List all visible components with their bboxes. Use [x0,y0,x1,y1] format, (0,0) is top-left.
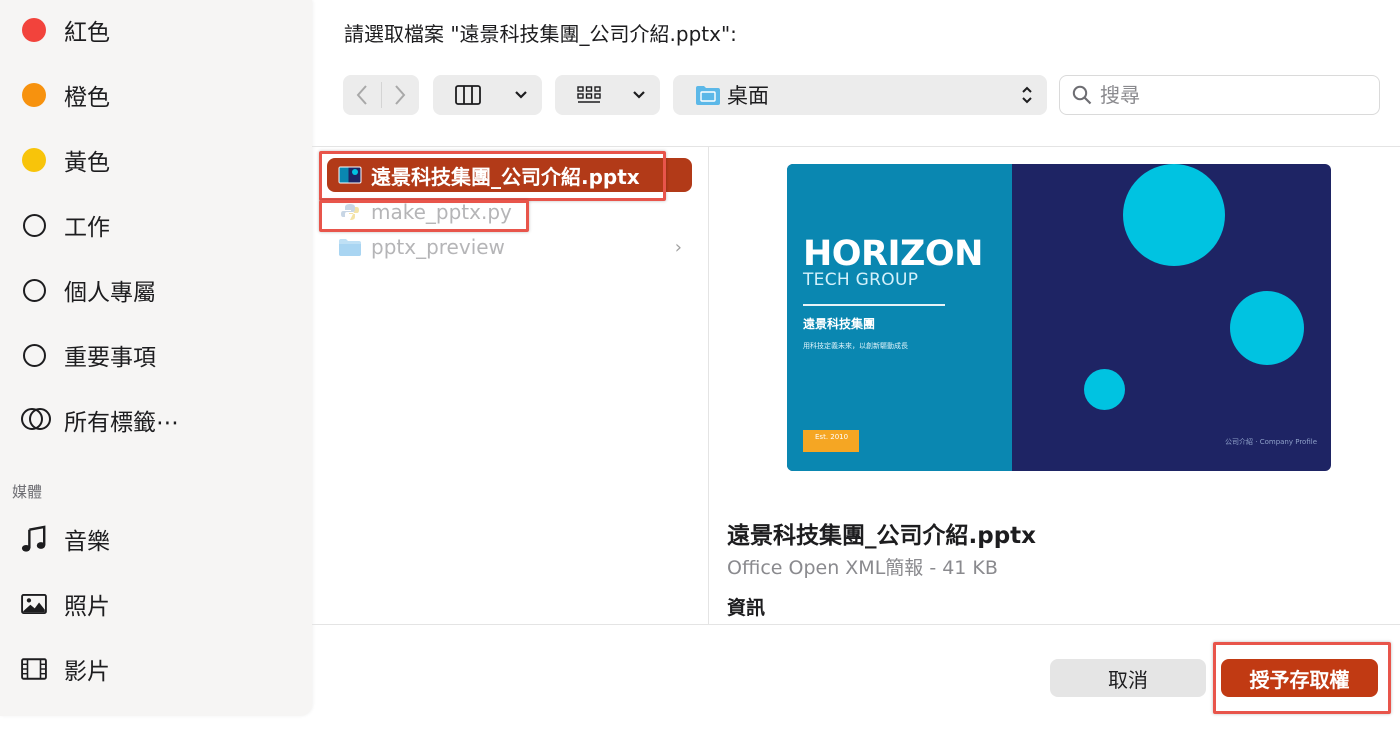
back-forward-group [343,75,419,115]
sidebar-item-photos[interactable]: 照片 [0,582,312,626]
group-by-button[interactable] [555,75,660,115]
chevron-left-icon [356,85,367,105]
chevron-right-icon [395,85,406,105]
slide-subtitle: TECH GROUP [803,270,919,290]
sidebar-section-media: 媒體 [12,483,43,501]
slide-chinese-title: 遠景科技集團 [803,317,876,331]
slide-badge: Est. 2010 [803,430,859,452]
sidebar-item-red[interactable]: 紅色 [0,8,312,52]
back-button[interactable] [343,75,381,115]
updown-chevron-icon [1022,86,1032,104]
search-input[interactable] [1100,83,1360,107]
sidebar-item-important[interactable]: 重要事項 [0,333,312,377]
slide-tagline: 用科技定義未來，以創新驅動成長 [803,342,908,350]
sidebar-item-label: 工作 [64,215,110,241]
highlight-box [319,200,529,232]
divider [312,146,1400,147]
sidebar-item-orange[interactable]: 橙色 [0,73,312,117]
chevron-down-icon [515,91,527,99]
chevron-right-icon: › [674,236,682,258]
cancel-button[interactable]: 取消 [1050,659,1206,697]
preview-file-name: 遠景科技集團_公司介紹.pptx [727,523,1036,549]
file-name: pptx_preview [371,235,505,259]
tag-ring-icon [21,277,47,303]
tag-ring-icon [21,342,47,368]
sidebar: 紅色 橙色 黃色 工作 個人專屬 重要事項 所有標籤⋯ 媒體 音樂 照片 影片 [0,0,312,716]
search-icon [1072,85,1092,105]
preview-info-heading: 資訊 [727,597,766,619]
sidebar-item-all-tags[interactable]: 所有標籤⋯ [0,398,312,442]
sidebar-item-movies[interactable]: 影片 [0,647,312,691]
forward-button[interactable] [381,75,419,115]
grid-icon [577,86,601,103]
red-dot-icon [21,17,47,43]
sidebar-item-personal[interactable]: 個人專屬 [0,268,312,312]
location-label: 桌面 [727,84,769,108]
slide-title: HORIZON [803,234,983,274]
sidebar-item-label: 照片 [64,594,110,620]
all-tags-icon [21,407,51,433]
view-mode-button[interactable] [433,75,542,115]
film-icon [21,656,47,682]
slide-circle-large [1123,164,1225,266]
search-field[interactable] [1059,75,1380,115]
slide-rule [803,304,945,306]
yellow-dot-icon [21,147,47,173]
sidebar-item-label: 橙色 [64,85,110,111]
sidebar-item-music[interactable]: 音樂 [0,517,312,561]
column-divider [708,147,709,624]
music-icon [21,525,47,552]
sidebar-item-label: 所有標籤⋯ [64,410,179,436]
grant-access-button[interactable]: 授予存取權 [1221,659,1378,697]
file-picker-dialog: 紅色 橙色 黃色 工作 個人專屬 重要事項 所有標籤⋯ 媒體 音樂 照片 影片 … [0,0,1400,730]
highlight-box [319,151,666,201]
sidebar-item-label: 個人專屬 [64,280,156,306]
file-row-folder: pptx_preview › [327,230,692,264]
divider [312,624,1400,625]
slide-circle-small [1084,369,1125,410]
columns-view-icon [455,85,481,105]
orange-dot-icon [21,82,47,108]
location-popup[interactable]: 桌面 [673,75,1047,115]
slide-circle-medium [1230,291,1304,365]
slide-preview: HORIZON TECH GROUP 遠景科技集團 用科技定義未來，以創新驅動成… [787,164,1331,471]
sidebar-item-work[interactable]: 工作 [0,203,312,247]
tag-ring-icon [21,212,47,238]
sidebar-item-label: 音樂 [64,529,110,555]
preview-file-kind: Office Open XML簡報 - 41 KB [727,557,998,579]
slide-footer: 公司介紹 · Company Profile [1225,438,1317,446]
sidebar-item-label: 影片 [64,659,110,685]
dialog-title: 請選取檔案 "遠景科技集團_公司介紹.pptx": [344,22,737,46]
sidebar-item-yellow[interactable]: 黃色 [0,138,312,182]
sidebar-item-label: 紅色 [64,20,110,46]
folder-icon [338,237,362,257]
sidebar-item-label: 重要事項 [64,345,156,371]
photo-icon [21,591,47,617]
sidebar-item-label: 黃色 [64,150,110,176]
chevron-down-icon [633,91,645,99]
desktop-folder-icon [696,86,720,105]
